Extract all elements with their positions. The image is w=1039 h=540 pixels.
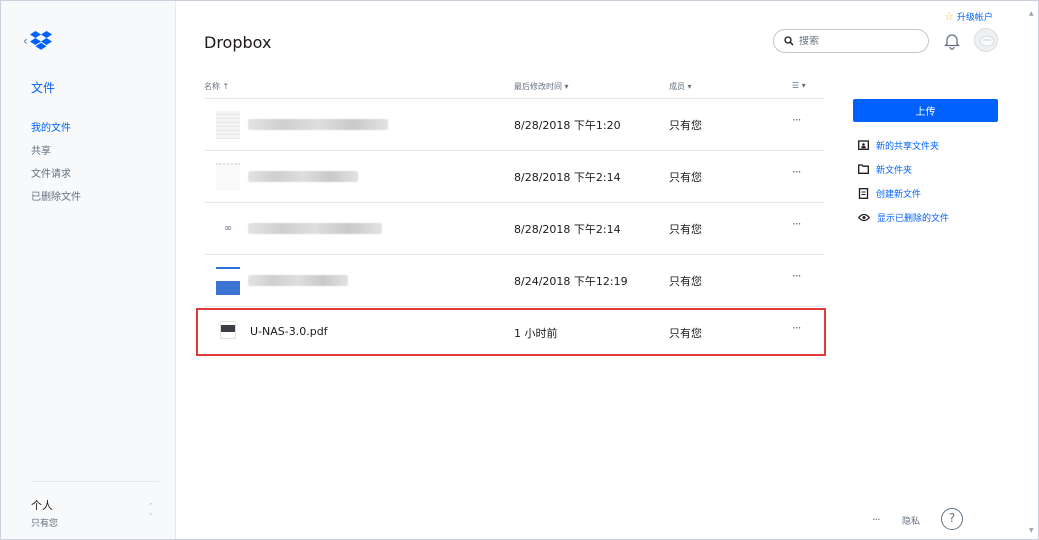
account-sub: 只有您 (31, 519, 59, 529)
upgrade-link[interactable]: ☆ 升级帐户 (944, 10, 993, 23)
modified-cell: 8/28/2018 下午1:20 (514, 119, 621, 132)
column-members-header[interactable]: 成员 ▾ (669, 81, 692, 92)
blurred-filename (248, 171, 358, 182)
new-shared-folder-action[interactable]: 新的共享文件夹 (858, 133, 949, 157)
show-deleted-action[interactable]: 显示已删除的文件 (858, 205, 949, 229)
modified-cell: 8/28/2018 下午2:14 (514, 223, 621, 236)
more-options-button[interactable]: ··· (792, 113, 802, 127)
members-cell: 只有您 (669, 119, 702, 132)
folder-icon (858, 164, 869, 174)
more-options-button[interactable]: ··· (792, 165, 802, 179)
sidebar-item-deleted-files[interactable]: 已删除文件 (31, 192, 81, 215)
more-options-button[interactable]: ··· (792, 269, 802, 283)
blurred-filename (248, 119, 388, 130)
footer-more-button[interactable]: ··· (872, 513, 880, 526)
search-icon (784, 36, 794, 46)
privacy-link[interactable]: 隐私 (902, 514, 920, 527)
upload-button[interactable]: 上传 (853, 99, 998, 122)
page-title: Dropbox (204, 33, 272, 52)
shared-folder-icon (858, 140, 869, 150)
sidebar-item-file-requests[interactable]: 文件请求 (31, 169, 81, 192)
sidebar-logo[interactable]: ‹ (23, 31, 52, 51)
eye-icon (858, 213, 870, 221)
more-options-button[interactable]: ··· (792, 217, 802, 231)
scroll-down-icon[interactable]: ▼ (1029, 527, 1034, 534)
column-name-header[interactable]: 名称 ↑ (204, 81, 229, 92)
chevron-left-icon[interactable]: ‹ (23, 34, 28, 48)
sidebar-section-title[interactable]: 文件 (31, 79, 55, 96)
action-list: 新的共享文件夹 新文件夹 创建新文件 显示已删除的文件 (858, 133, 949, 229)
table-row[interactable]: 8/28/2018 下午1:20 只有您 ··· (204, 99, 824, 151)
members-cell: 只有您 (669, 171, 702, 184)
star-icon: ☆ (944, 10, 954, 23)
file-thumbnail (216, 111, 240, 139)
file-thumbnail (216, 267, 240, 295)
column-modified-header[interactable]: 最后修改时间 ▾ (514, 81, 569, 92)
modified-cell: 8/24/2018 下午12:19 (514, 275, 628, 288)
account-toggle-icon[interactable]: ⌃ ⌄ (148, 503, 154, 517)
sidebar-item-shared[interactable]: 共享 (31, 146, 81, 169)
upgrade-label: 升级帐户 (956, 13, 993, 23)
link-icon: ∞ (223, 223, 233, 234)
account-switcher[interactable]: 个人 只有您 (31, 497, 58, 529)
help-button[interactable]: ? (941, 508, 963, 530)
members-cell: 只有您 (669, 223, 702, 236)
new-file-icon (858, 187, 869, 199)
table-header: 名称 ↑ 最后修改时间 ▾ 成员 ▾ ☰ ▾ (204, 78, 824, 98)
search-input[interactable] (799, 35, 909, 47)
new-folder-action[interactable]: 新文件夹 (858, 157, 949, 181)
blurred-filename (248, 275, 348, 286)
modified-cell: 8/28/2018 下午2:14 (514, 171, 621, 184)
dropbox-logo (29, 31, 52, 50)
view-toggle[interactable]: ☰ ▾ (792, 81, 806, 90)
highlight-box (196, 308, 826, 356)
avatar[interactable] (974, 28, 998, 52)
scroll-up-icon[interactable]: ▲ (1029, 10, 1034, 17)
table-row[interactable]: 8/24/2018 下午12:19 只有您 ··· (204, 255, 824, 307)
search-box[interactable] (773, 29, 929, 53)
sidebar: ‹ 文件 我的文件 共享 文件请求 已删除文件 个人 只有您 ⌃ ⌄ (1, 1, 176, 539)
sidebar-item-my-files[interactable]: 我的文件 (31, 123, 81, 146)
create-file-action[interactable]: 创建新文件 (858, 181, 949, 205)
account-name: 个人 (31, 499, 53, 512)
table-row[interactable]: ∞ 8/28/2018 下午2:14 只有您 ··· (204, 203, 824, 255)
file-thumbnail (216, 163, 240, 191)
table-row[interactable]: 8/28/2018 下午2:14 只有您 ··· (204, 151, 824, 203)
blurred-filename (248, 223, 382, 234)
sidebar-nav: 我的文件 共享 文件请求 已删除文件 (31, 123, 81, 215)
sidebar-divider (31, 481, 159, 482)
members-cell: 只有您 (669, 275, 702, 288)
bell-icon[interactable] (944, 32, 960, 50)
